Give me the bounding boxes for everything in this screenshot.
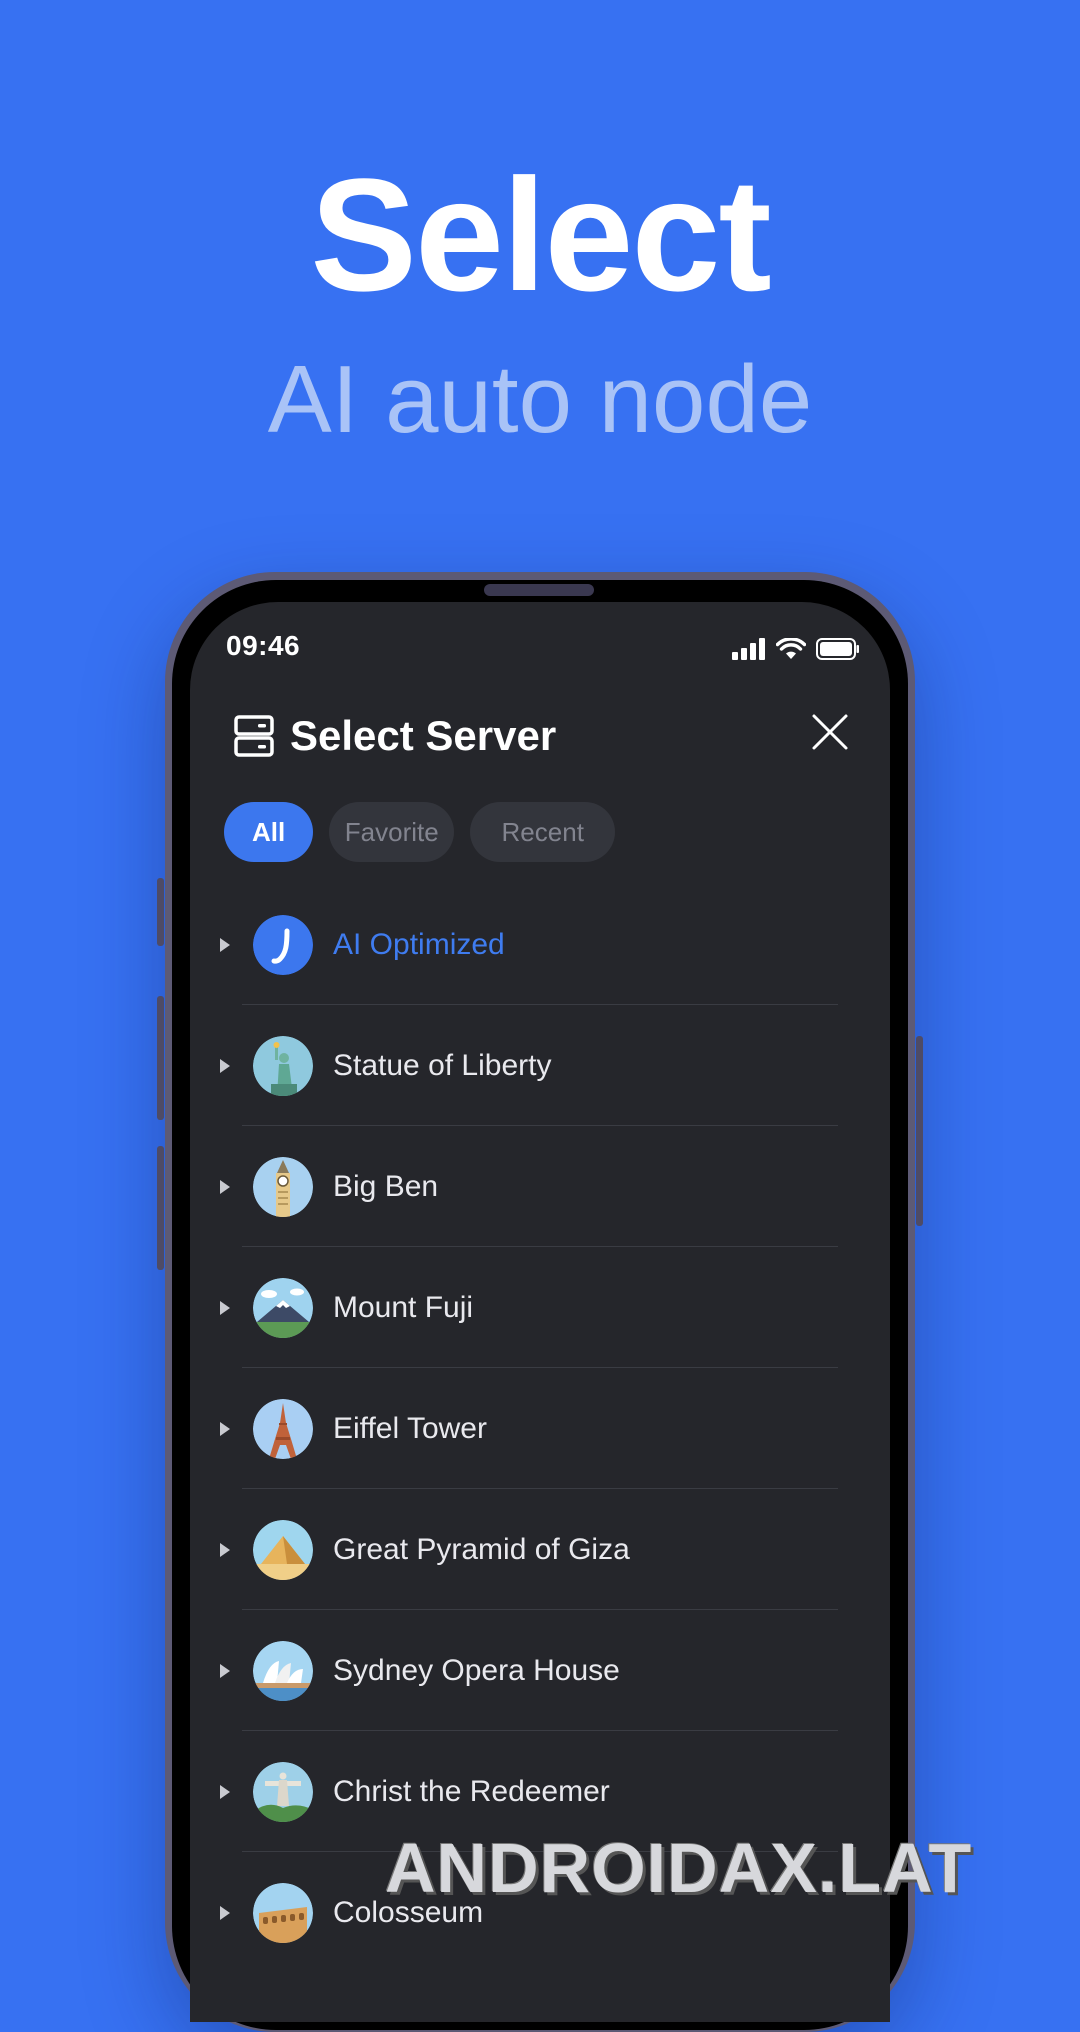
side-button	[157, 1146, 164, 1270]
server-row-great-pyramid[interactable]: Great Pyramid of Giza	[190, 1489, 890, 1610]
server-label: AI Optimized	[333, 927, 505, 961]
server-row-ai-optimized[interactable]: AI Optimized	[190, 884, 890, 1005]
server-label: Christ the Redeemer	[333, 1774, 610, 1808]
tab-favorite[interactable]: Favorite	[329, 802, 455, 862]
server-icon	[234, 715, 274, 757]
expand-caret-icon[interactable]	[220, 1300, 230, 1315]
mount-fuji-icon	[253, 1277, 313, 1338]
sheet-header: Select Server	[234, 712, 556, 760]
side-button	[916, 1036, 923, 1226]
headline: Select	[310, 145, 771, 324]
pyramid-icon	[253, 1519, 313, 1580]
filter-tabs: All Favorite Recent	[224, 802, 616, 862]
expand-caret-icon[interactable]	[220, 1784, 230, 1799]
tab-recent[interactable]: Recent	[470, 802, 616, 862]
server-row-eiffel-tower[interactable]: Eiffel Tower	[190, 1368, 890, 1489]
tab-all[interactable]: All	[224, 802, 314, 862]
server-label: Sydney Opera House	[333, 1653, 620, 1687]
signal-icon	[732, 638, 765, 660]
expand-caret-icon[interactable]	[220, 1542, 230, 1557]
server-label: Great Pyramid of Giza	[333, 1532, 630, 1566]
big-ben-icon	[253, 1156, 313, 1217]
server-row-sydney-opera-house[interactable]: Sydney Opera House	[190, 1610, 890, 1731]
server-row-statue-of-liberty[interactable]: Statue of Liberty	[190, 1005, 890, 1126]
server-label: Big Ben	[333, 1169, 439, 1203]
side-button	[157, 878, 164, 946]
expand-caret-icon[interactable]	[220, 1179, 230, 1194]
subheadline: AI auto node	[267, 346, 813, 453]
status-icons	[732, 636, 860, 660]
server-label: Statue of Liberty	[333, 1048, 552, 1082]
ai-logo-icon	[253, 914, 313, 975]
server-row-mount-fuji[interactable]: Mount Fuji	[190, 1247, 890, 1368]
server-row-big-ben[interactable]: Big Ben	[190, 1126, 890, 1247]
side-button	[157, 996, 164, 1120]
sheet-title: Select Server	[290, 712, 557, 759]
opera-house-icon	[253, 1640, 313, 1701]
colosseum-icon	[253, 1882, 313, 1943]
close-button[interactable]	[810, 712, 850, 752]
eiffel-tower-icon	[253, 1398, 313, 1459]
expand-caret-icon[interactable]	[220, 1905, 230, 1920]
server-label: Eiffel Tower	[333, 1411, 487, 1445]
close-icon	[812, 714, 848, 750]
server-list: AI Optimized Statue of Liberty Big Ben M…	[190, 884, 890, 1973]
expand-caret-icon[interactable]	[220, 1663, 230, 1678]
christ-redeemer-icon	[253, 1761, 313, 1822]
status-time: 09:46	[226, 630, 301, 661]
server-label: Mount Fuji	[333, 1290, 474, 1324]
expand-caret-icon[interactable]	[220, 937, 230, 952]
statue-of-liberty-icon	[253, 1035, 313, 1096]
battery-icon	[816, 638, 859, 660]
speaker-grill	[484, 584, 594, 596]
expand-caret-icon[interactable]	[220, 1058, 230, 1073]
expand-caret-icon[interactable]	[220, 1421, 230, 1436]
watermark: ANDROIDAX.LAT	[385, 1829, 973, 1907]
phone-screen: 09:46 Select Server All Favorite Recent …	[190, 602, 890, 2022]
wifi-icon	[776, 638, 806, 659]
